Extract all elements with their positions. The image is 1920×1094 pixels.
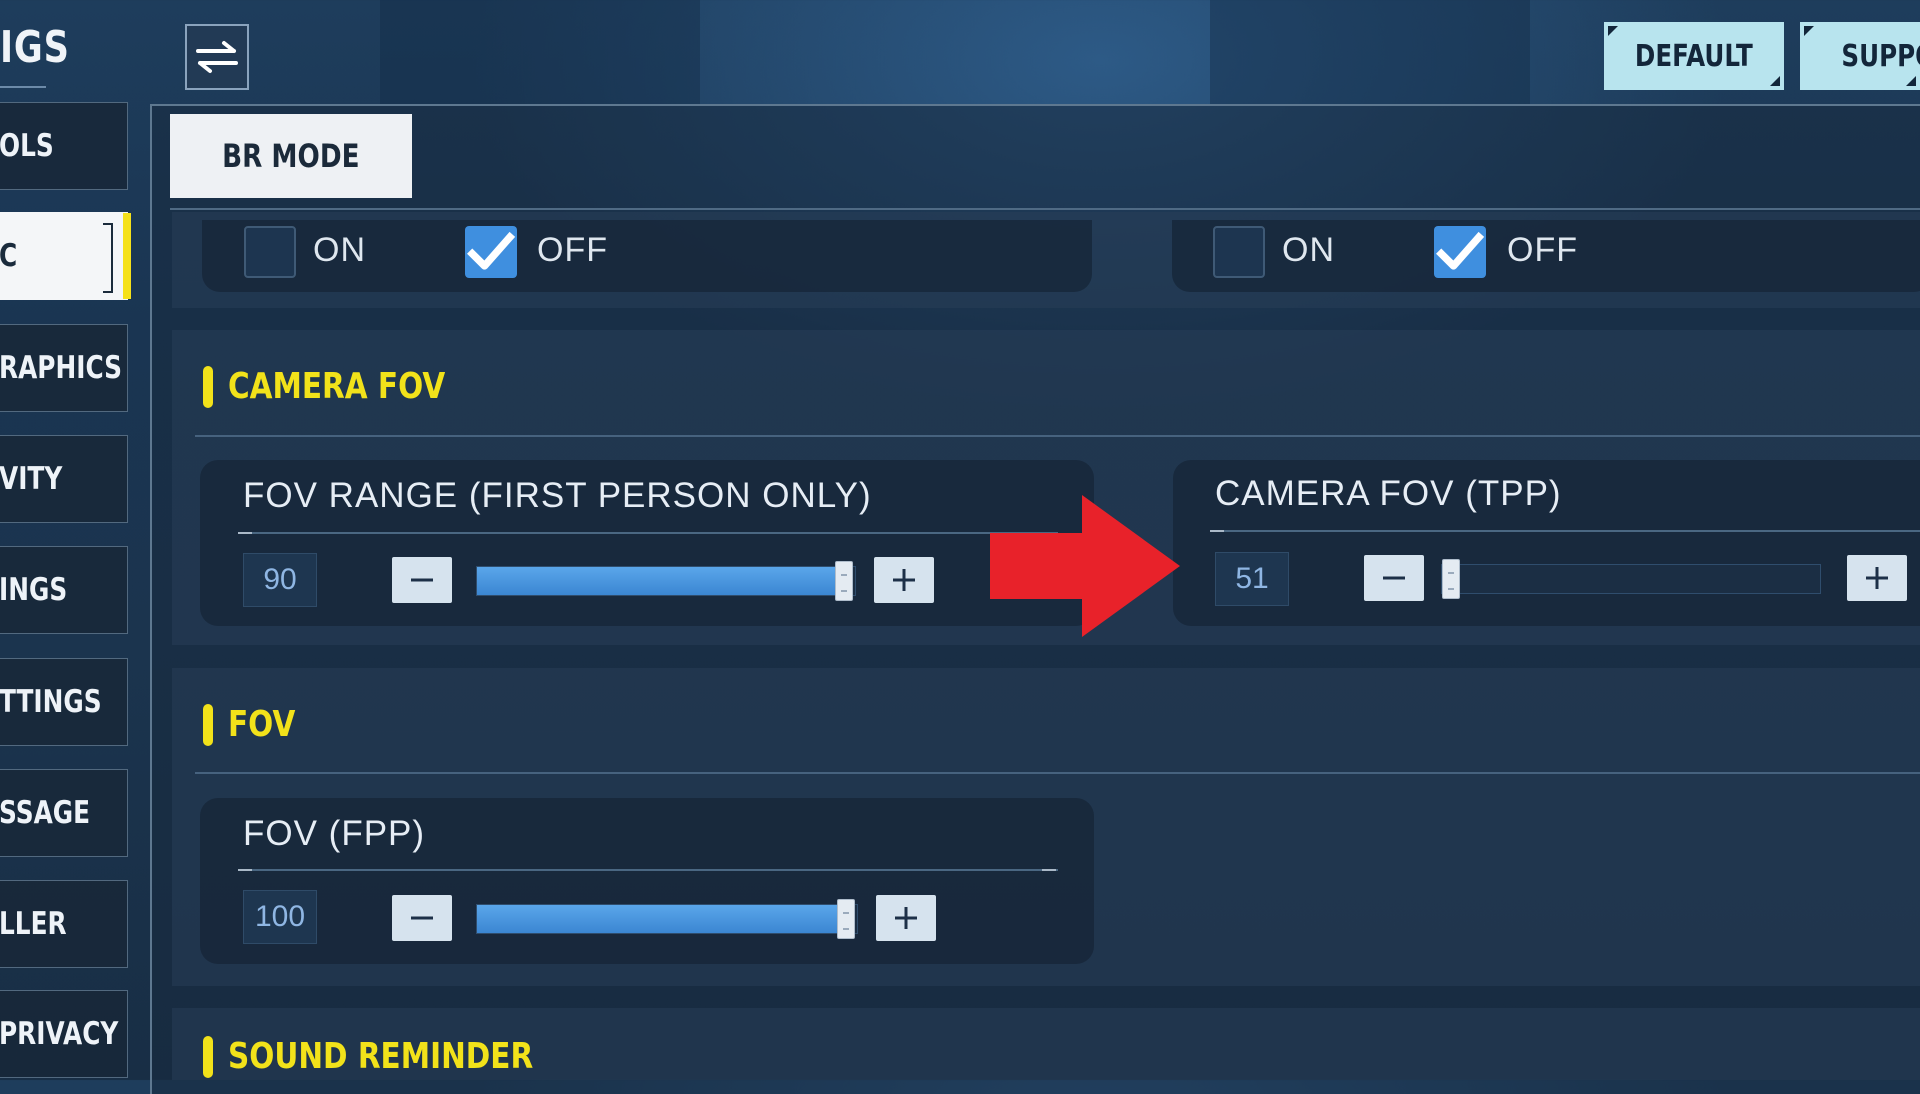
swap-arrows-icon	[196, 41, 238, 73]
fov-range-decrease-button[interactable]	[392, 557, 452, 603]
camera-fov-tpp-label: CAMERA FOV (TPP)	[1215, 474, 1562, 513]
fov-range-increase-button[interactable]	[874, 557, 934, 603]
slider-thumb[interactable]	[1442, 559, 1460, 599]
title-underline	[0, 86, 46, 88]
red-arrow-annotation	[990, 495, 1180, 637]
camera-fov-tpp-increase-button[interactable]	[1847, 555, 1907, 601]
support-button[interactable]: SUPPOI	[1800, 22, 1920, 90]
sidebar-item-label: C	[0, 238, 18, 274]
section-marker	[203, 366, 213, 408]
plus-icon	[893, 569, 915, 591]
checkmark-icon	[467, 231, 516, 270]
sidebar-item-label: TTINGS	[0, 684, 102, 720]
camera-fov-tpp-value: 51	[1215, 552, 1289, 606]
sidebar-item-label: PRIVACY	[0, 1016, 119, 1052]
default-button[interactable]: DEFAULT	[1604, 22, 1784, 90]
minus-icon	[1383, 576, 1405, 580]
page-title: IGS	[0, 22, 70, 73]
support-button-label: SUPPOI	[1841, 38, 1920, 74]
on-checkbox[interactable]	[1213, 226, 1265, 278]
plus-icon	[1866, 567, 1888, 589]
sidebar-item-graphics[interactable]: RAPHICS	[0, 324, 128, 412]
camera-fov-tpp-slider[interactable]	[1441, 559, 1821, 599]
sidebar-item-other-settings[interactable]: TTINGS	[0, 658, 128, 746]
sidebar-item-sensitivity[interactable]: VITY	[0, 435, 128, 523]
slider-thumb[interactable]	[834, 561, 853, 601]
card-divider-tick	[1042, 869, 1056, 871]
background-shape	[1210, 0, 1530, 104]
fov-fpp-label: FOV (FPP)	[243, 814, 426, 853]
fov-range-label: FOV RANGE (FIRST PERSON ONLY)	[243, 476, 872, 515]
sidebar-item-label: INGS	[0, 572, 68, 608]
tab-label: BR MODE	[222, 137, 360, 175]
fov-fpp-increase-button[interactable]	[876, 895, 936, 941]
sidebar-item-basic[interactable]: C	[0, 212, 131, 300]
card-divider	[238, 532, 1058, 534]
swap-layout-button[interactable]	[185, 24, 249, 90]
on-checkbox[interactable]	[244, 226, 296, 278]
off-checkbox[interactable]	[465, 226, 517, 278]
sidebar-item-label: SSAGE	[0, 795, 91, 831]
fov-range-slider[interactable]	[476, 561, 856, 601]
tab-br-mode[interactable]: BR MODE	[170, 114, 412, 198]
card-divider	[1210, 530, 1920, 532]
card-divider-tick	[1210, 530, 1224, 532]
selection-bracket	[103, 223, 113, 293]
section-title-fov: FOV	[228, 704, 296, 745]
sidebar-item-controller[interactable]: LLER	[0, 880, 128, 968]
plus-icon	[895, 907, 917, 929]
tab-divider	[170, 208, 1920, 210]
section-marker	[203, 1036, 213, 1078]
sidebar-item-controls[interactable]: OLS	[0, 102, 128, 190]
on-label: ON	[1282, 231, 1335, 269]
sidebar-item-label: RAPHICS	[0, 350, 122, 386]
minus-icon	[411, 916, 433, 920]
sidebar-item-label: OLS	[0, 128, 54, 164]
on-label: ON	[313, 231, 366, 269]
off-checkbox[interactable]	[1434, 226, 1486, 278]
section-divider	[195, 435, 1920, 437]
off-label: OFF	[1507, 231, 1578, 269]
card-divider-tick	[238, 869, 252, 871]
fov-fpp-slider[interactable]	[476, 899, 858, 939]
checkmark-icon	[1436, 231, 1485, 270]
sidebar-item-label: VITY	[0, 461, 63, 497]
slider-thumb[interactable]	[836, 899, 855, 939]
fov-range-value: 90	[243, 553, 317, 607]
active-indicator	[123, 213, 131, 299]
background-shape	[380, 0, 700, 104]
card-divider-tick	[238, 532, 252, 534]
card-divider	[238, 869, 1058, 871]
minus-icon	[411, 578, 433, 582]
section-title-sound-reminder: SOUND REMINDER	[228, 1036, 534, 1077]
slider-fill	[477, 567, 844, 595]
camera-fov-tpp-decrease-button[interactable]	[1364, 555, 1424, 601]
section-title-camera-fov: CAMERA FOV	[228, 366, 446, 407]
fov-fpp-value: 100	[243, 890, 317, 944]
sidebar-item-label: LLER	[0, 906, 67, 942]
default-button-label: DEFAULT	[1635, 38, 1753, 74]
sidebar-item-message[interactable]: SSAGE	[0, 769, 128, 857]
section-divider	[195, 772, 1920, 774]
off-label: OFF	[537, 231, 608, 269]
slider-fill	[477, 905, 846, 933]
section-marker	[203, 704, 213, 746]
sidebar-item-settings[interactable]: INGS	[0, 546, 128, 634]
fov-fpp-decrease-button[interactable]	[392, 895, 452, 941]
sidebar-item-privacy[interactable]: PRIVACY	[0, 990, 128, 1078]
